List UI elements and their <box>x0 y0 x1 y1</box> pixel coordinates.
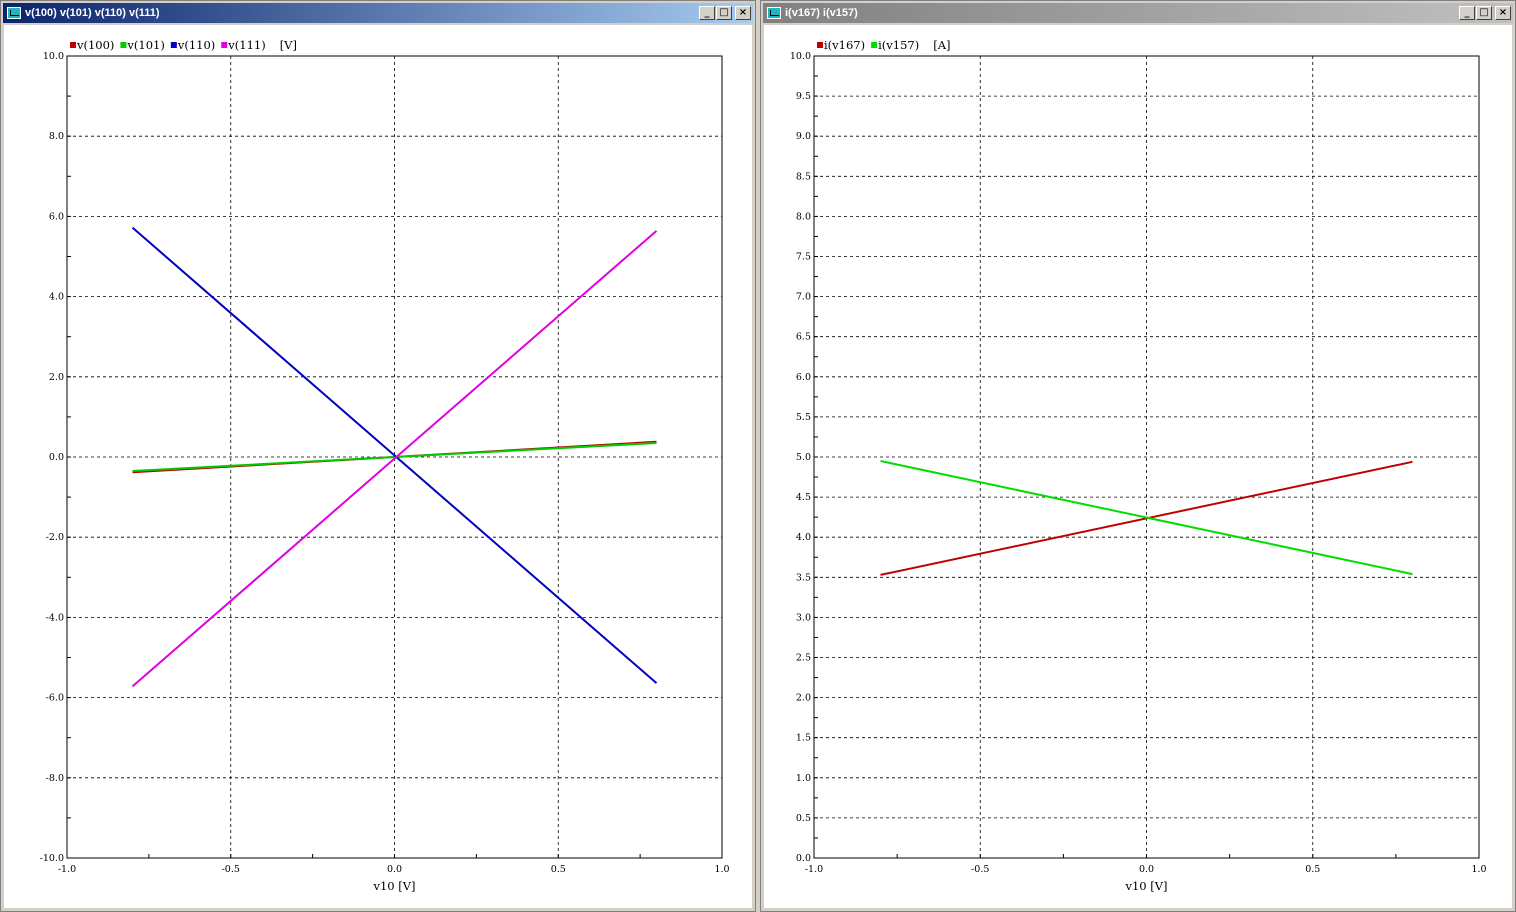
y-tick-label: 4.0 <box>796 532 811 543</box>
window-title: v(100) v(101) v(110) v(111) <box>25 7 160 19</box>
y-tick-label: 10.0 <box>43 51 64 62</box>
legend-entry: v(100) <box>76 38 114 52</box>
window-title: i(v167) i(v157) <box>785 7 858 19</box>
legend-unit: [A] <box>933 38 950 52</box>
y-tick-label: 8.0 <box>796 211 811 222</box>
legend-entry: i(v167) <box>824 38 865 52</box>
y-tick-label: 0.0 <box>796 853 811 864</box>
legend-swatch <box>70 42 76 48</box>
legend-swatch <box>817 42 823 48</box>
y-tick-label: 7.0 <box>796 292 811 303</box>
close-button[interactable]: × <box>735 6 751 20</box>
x-axis-label: v10 [V] <box>372 879 415 893</box>
plot-window-voltages: v(100) v(101) v(110) v(111) _ □ × -10.0-… <box>0 0 756 912</box>
y-tick-label: -6.0 <box>46 693 64 704</box>
x-tick-label: 0.5 <box>551 864 566 875</box>
legend-swatch <box>221 42 228 48</box>
y-tick-label: 7.5 <box>796 252 811 263</box>
x-tick-label: -1.0 <box>805 864 823 875</box>
y-tick-label: 8.5 <box>796 171 811 182</box>
y-tick-label: 4.5 <box>796 492 811 503</box>
y-tick-label: 1.0 <box>796 773 811 784</box>
y-tick-label: 3.0 <box>796 612 811 623</box>
y-tick-label: 1.5 <box>796 733 811 744</box>
y-tick-label: -8.0 <box>46 773 64 784</box>
voltage-chart[interactable]: -10.0 -8.0 -6.0 -4.0 -2.0 0.0 2.0 4.0 6.0 8.0 10.0… <box>4 25 754 910</box>
legend-swatch <box>871 42 878 48</box>
legend-entry: v(111) <box>227 38 265 52</box>
x-tick-label: -0.5 <box>222 864 240 875</box>
x-tick-label: 0.0 <box>387 864 402 875</box>
close-button[interactable]: × <box>1495 6 1511 20</box>
y-tick-label: 2.0 <box>49 372 64 383</box>
x-axis-label: v10 [V] <box>1124 879 1167 893</box>
y-tick-label: 2.5 <box>796 653 811 664</box>
y-tick-label: 9.0 <box>796 131 811 142</box>
plot-window-icon[interactable] <box>767 7 781 19</box>
x-tick-label: 0.5 <box>1305 864 1320 875</box>
y-tick-label: 0.5 <box>796 813 811 824</box>
x-tick-label: 0.0 <box>1139 864 1154 875</box>
legend-entry: i(v157) <box>878 38 919 52</box>
y-tick-label: -4.0 <box>46 612 64 623</box>
y-tick-label: 4.0 <box>49 292 64 303</box>
legend-swatch <box>170 42 177 48</box>
plot-area[interactable]: -10.0 -8.0 -6.0 -4.0 -2.0 0.0 2.0 4.0 6.0 8.0 10.0… <box>4 25 752 908</box>
y-tick-label: 6.0 <box>49 211 64 222</box>
plot-window-currents: i(v167) i(v157) _ □ × 0.0 0.5 1.0 1.5 2.0 2.5… <box>760 0 1516 912</box>
x-tick-label: 1.0 <box>714 864 729 875</box>
y-tick-label: 8.0 <box>49 131 64 142</box>
minimize-button[interactable]: _ <box>699 6 715 20</box>
legend-entry: v(101) <box>126 38 164 52</box>
title-bar[interactable]: i(v167) i(v157) _ □ × <box>763 3 1513 23</box>
minimize-button[interactable]: _ <box>1459 6 1475 20</box>
y-tick-label: -10.0 <box>40 853 64 864</box>
y-tick-label: 2.0 <box>796 693 811 704</box>
y-tick-label: -2.0 <box>46 532 64 543</box>
legend-entry: v(110) <box>177 38 215 52</box>
y-tick-label: 6.5 <box>796 332 811 343</box>
y-tick-label: 9.5 <box>796 91 811 102</box>
y-tick-label: 6.0 <box>796 372 811 383</box>
y-tick-label: 3.5 <box>796 572 811 583</box>
maximize-button[interactable]: □ <box>716 6 732 20</box>
legend-swatch <box>120 42 127 48</box>
plot-window-icon[interactable] <box>7 7 21 19</box>
series-line <box>131 230 658 688</box>
plot-area[interactable]: 0.0 0.5 1.0 1.5 2.0 2.5 3.0 3.5 4.0 4.5 5.0 5.5 6.0 6… <box>764 25 1512 908</box>
legend-unit: [V] <box>280 38 297 52</box>
y-tick-label: 5.5 <box>796 412 811 423</box>
x-tick-label: -0.5 <box>971 864 989 875</box>
title-bar[interactable]: v(100) v(101) v(110) v(111) _ □ × <box>3 3 753 23</box>
maximize-button[interactable]: □ <box>1476 6 1492 20</box>
x-tick-label: -1.0 <box>58 864 76 875</box>
y-tick-label: 10.0 <box>790 51 811 62</box>
y-tick-label: 0.0 <box>49 452 64 463</box>
current-chart[interactable]: 0.0 0.5 1.0 1.5 2.0 2.5 3.0 3.5 4.0 4.5 5.0 5.5 6.0 6… <box>764 25 1514 910</box>
x-tick-label: 1.0 <box>1471 864 1486 875</box>
y-tick-label: 5.0 <box>796 452 811 463</box>
